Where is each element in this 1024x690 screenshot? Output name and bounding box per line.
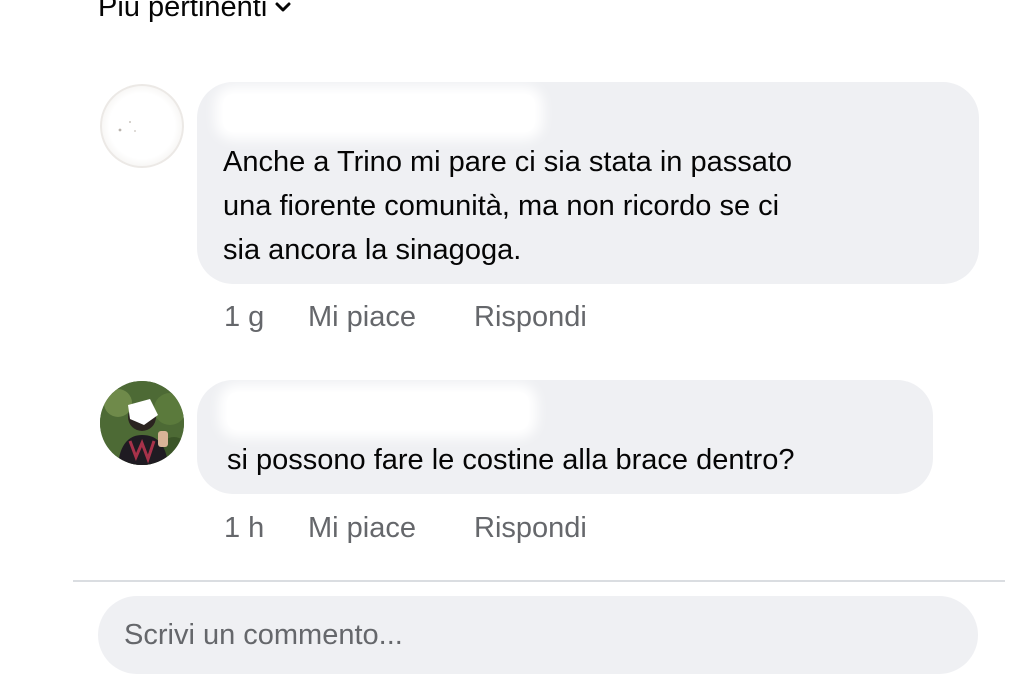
comment-text: Anche a Trino mi pare ci sia stata in pa… xyxy=(223,146,793,266)
comment-input-placeholder: Scrivi un commento... xyxy=(124,618,403,651)
chevron-down-icon xyxy=(275,2,291,12)
avatar[interactable] xyxy=(100,381,184,465)
like-button[interactable]: Mi piace xyxy=(308,301,474,334)
reply-button[interactable]: Rispondi xyxy=(474,512,587,545)
like-button[interactable]: Mi piace xyxy=(308,512,474,545)
comment-bubble: si possono fare le costine alla brace de… xyxy=(197,380,933,494)
avatar-image xyxy=(100,84,184,168)
reply-button[interactable]: Rispondi xyxy=(474,301,587,334)
avatar[interactable] xyxy=(100,84,184,168)
sort-label: Più pertinenti xyxy=(98,0,268,23)
comment-timestamp[interactable]: 1 h xyxy=(224,512,308,545)
comment-actions: 1 g Mi piace Rispondi xyxy=(224,297,587,337)
comment-text: si possono fare le costine alla brace de… xyxy=(227,444,795,476)
divider xyxy=(73,580,1005,582)
sort-toggle[interactable]: Più pertinenti xyxy=(98,0,291,24)
comment-input[interactable]: Scrivi un commento... xyxy=(98,596,978,674)
avatar-image xyxy=(100,381,184,465)
comment-timestamp[interactable]: 1 g xyxy=(224,301,308,334)
comment-bubble: Anche a Trino mi pare ci sia stata in pa… xyxy=(197,82,979,284)
comment-actions: 1 h Mi piace Rispondi xyxy=(224,508,587,548)
author-name[interactable] xyxy=(223,94,535,132)
author-name[interactable] xyxy=(227,392,529,430)
